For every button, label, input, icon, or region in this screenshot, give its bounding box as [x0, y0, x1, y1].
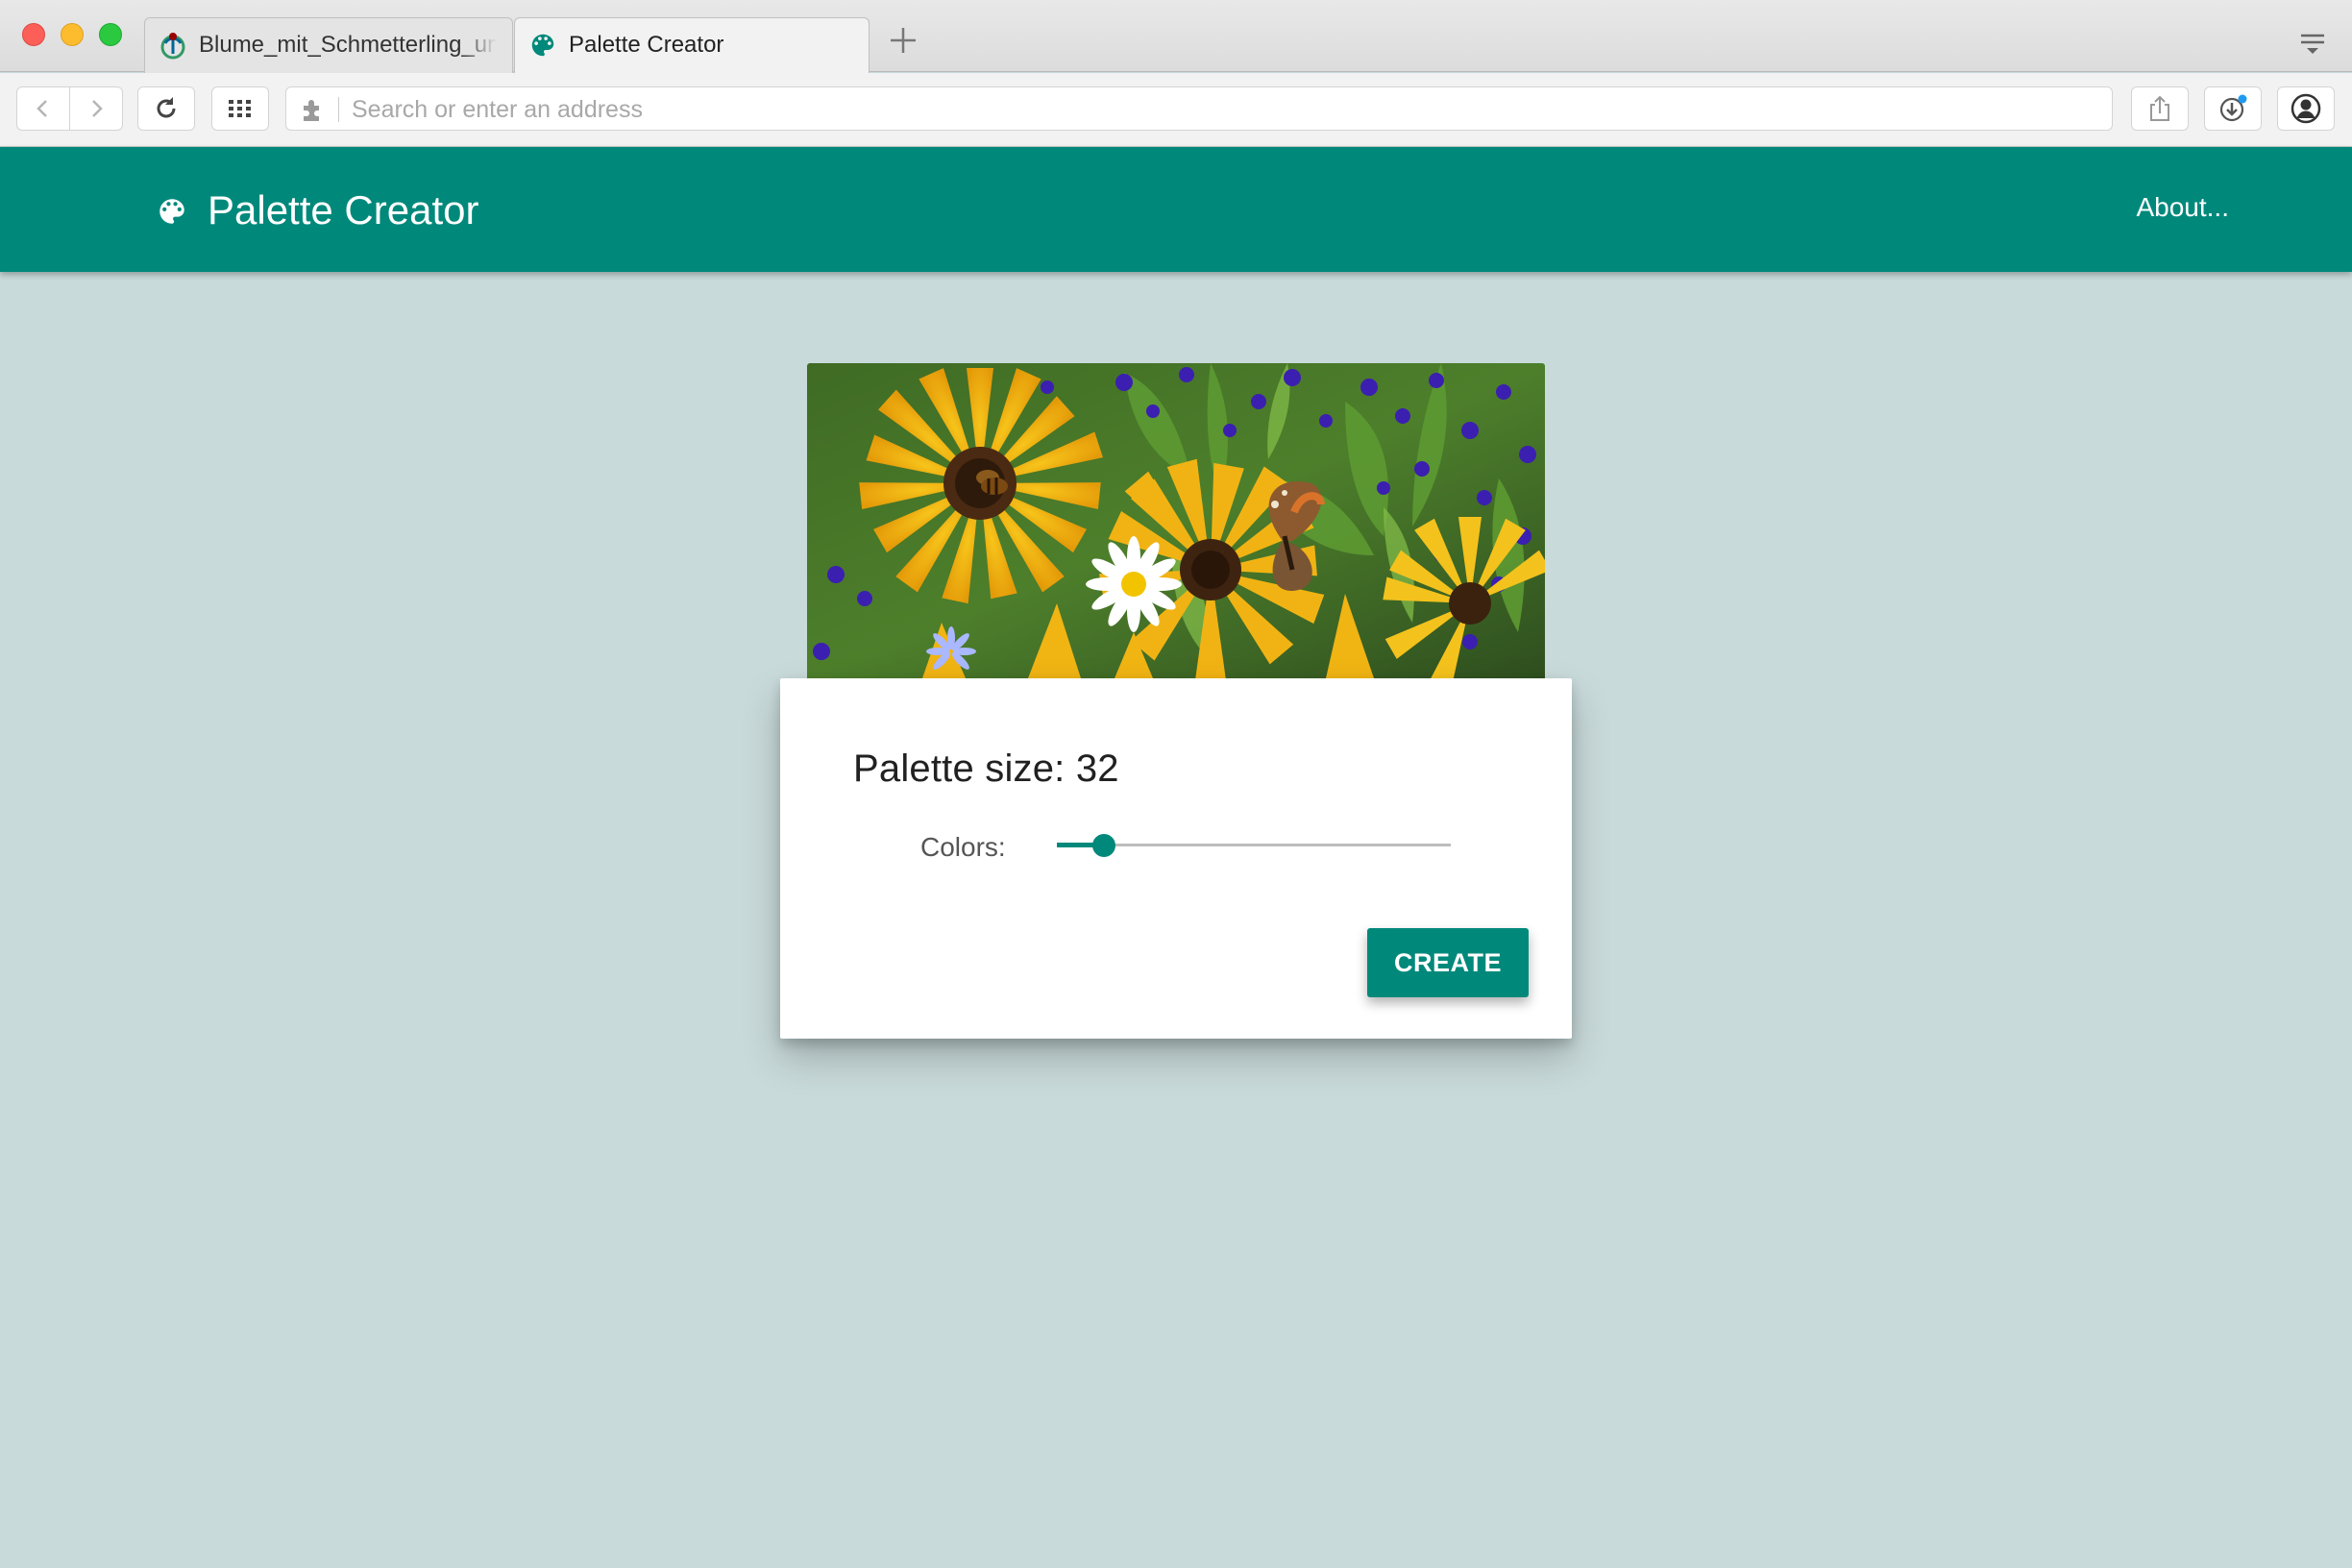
palette-size-label: Palette size: — [853, 747, 1066, 790]
about-link[interactable]: About... — [2136, 192, 2229, 223]
create-button[interactable]: CREATE — [1367, 928, 1529, 997]
palette-size-value: 32 — [1075, 747, 1119, 790]
back-icon — [37, 100, 47, 117]
reload-icon — [157, 97, 176, 118]
window-close-button[interactable] — [22, 23, 45, 46]
account-button[interactable] — [2277, 86, 2335, 131]
speed-dial-button[interactable] — [211, 86, 269, 131]
slider-thumb[interactable] — [1092, 834, 1116, 857]
speed-dial-icon — [229, 100, 251, 117]
extension-icon[interactable] — [300, 96, 327, 123]
address-input[interactable] — [350, 93, 2079, 126]
download-icon — [2219, 94, 2247, 122]
palette-icon — [159, 199, 184, 224]
flower-photo — [807, 363, 1545, 678]
tab-wikimedia[interactable]: Blume_mit_Schmetterling_und_Biene — [144, 17, 513, 73]
tab-palette-creator[interactable]: Palette Creator — [514, 17, 870, 73]
tab-title: Blume_mit_Schmetterling_und_Biene — [199, 32, 497, 58]
app-title: Palette Creator — [208, 187, 479, 233]
slider-track — [1057, 844, 1451, 846]
colors-label: Colors: — [920, 832, 1006, 862]
downloads-button[interactable] — [2204, 86, 2262, 131]
tab-menu-icon[interactable] — [2298, 29, 2327, 58]
window-minimize-button[interactable] — [61, 23, 84, 46]
reload-button[interactable] — [137, 86, 195, 131]
app-toolbar: Palette Creator About... — [0, 147, 2352, 272]
browser-tab-bar: Blume_mit_Schmetterling_und_Biene Palett… — [0, 0, 2352, 73]
wikimedia-icon — [160, 33, 185, 60]
back-button[interactable] — [16, 86, 70, 131]
account-icon — [2291, 93, 2321, 124]
share-icon — [2150, 95, 2169, 121]
new-tab-icon[interactable] — [886, 23, 920, 58]
tab-title: Palette Creator — [569, 32, 724, 58]
forward-icon — [92, 100, 103, 117]
palette-card: Palette size: 32 Colors: CREATE — [780, 678, 1572, 1039]
palette-size-heading: Palette size: 32 — [853, 747, 1119, 791]
share-button[interactable] — [2131, 86, 2189, 131]
forward-button[interactable] — [69, 86, 123, 131]
address-bar[interactable] — [285, 86, 2113, 131]
palette-icon — [531, 34, 554, 57]
colors-slider[interactable] — [1057, 826, 1451, 865]
address-divider — [338, 97, 339, 122]
browser-navigation-bar — [0, 73, 2352, 147]
window-zoom-button[interactable] — [99, 23, 122, 46]
